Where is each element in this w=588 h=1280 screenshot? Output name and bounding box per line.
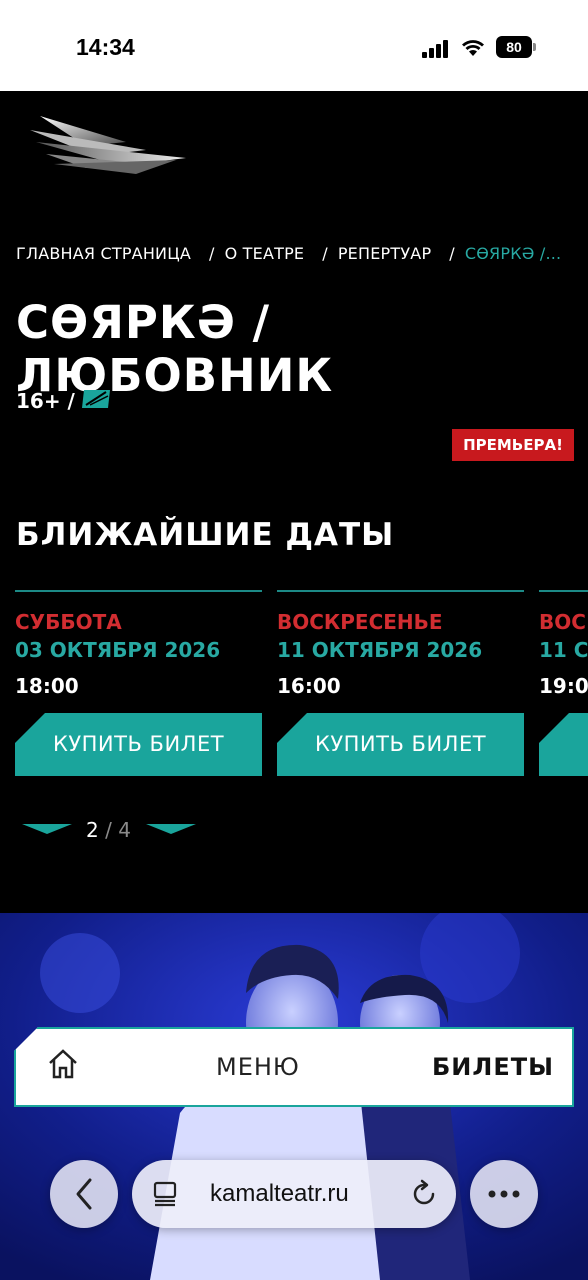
breadcrumb: ГЛАВНАЯ СТРАНИЦА / О ТЕАТРЕ / РЕПЕРТУАР / СӨЯР… (16, 244, 588, 263)
date-card-time: 16:00 (277, 674, 341, 698)
battery-icon: 80 (496, 36, 536, 58)
date-card-date: 11 ОКТЯБРЯ 2026 (277, 638, 483, 662)
buy-ticket-button[interactable]: КУПИТЬ БИЛЕТ (15, 713, 262, 776)
theatre-logo (30, 116, 186, 174)
date-card-date: 11 С (539, 638, 588, 662)
buy-ticket-button[interactable]: КУПИТЬ БИЛЕТ (277, 713, 524, 776)
breadcrumb-separator: / (449, 244, 455, 263)
date-card-date: 03 ОКТЯБРЯ 2026 (15, 638, 221, 662)
browser-address-bar[interactable]: kamalteatr.ru (132, 1160, 456, 1228)
date-card-time: 19:0 (539, 674, 588, 698)
date-card: СУББОТА 03 ОКТЯБРЯ 2026 18:00 КУПИТЬ БИЛ… (15, 590, 262, 780)
upcoming-dates-title: БЛИЖАЙШИЕ ДАТЫ (16, 517, 395, 553)
url-text: kamalteatr.ru (210, 1180, 349, 1207)
cellular-signal-icon (422, 40, 448, 58)
carousel-pager: 2 / 4 (22, 818, 202, 844)
buy-ticket-button[interactable] (539, 713, 588, 776)
date-card-day: СУББОТА (15, 610, 122, 634)
status-bar: 14:34 80 (0, 0, 588, 91)
menu-button[interactable]: МЕНЮ (216, 1053, 300, 1081)
breadcrumb-about[interactable]: О ТЕАТРЕ (225, 244, 305, 263)
breadcrumb-separator: / (322, 244, 328, 263)
next-arrow-icon[interactable] (146, 824, 196, 836)
home-icon[interactable] (46, 1047, 80, 1081)
date-card: ВОСКРЕСЕНЬЕ 11 ОКТЯБРЯ 2026 16:00 КУПИТЬ… (277, 590, 524, 780)
breadcrumb-current: СӨЯРКӘ /... (464, 244, 562, 263)
premiere-badge: ПРЕМЬЕРА! (452, 429, 574, 461)
chevron-left-icon (76, 1178, 92, 1210)
battery-level: 80 (496, 36, 532, 58)
date-card-day: ВОСКРЕСЕНЬЕ (277, 610, 443, 634)
age-rating: 16+ / (16, 389, 75, 413)
page-title: СӨЯРКӘ / ЛЮБОВНИК (16, 296, 334, 402)
pager-count: 2 / 4 (86, 818, 131, 842)
status-time: 14:34 (76, 34, 135, 60)
pager-current: 2 (86, 818, 99, 842)
page-settings-icon[interactable] (152, 1180, 180, 1208)
reload-icon[interactable] (408, 1178, 440, 1210)
breadcrumb-home[interactable]: ГЛАВНАЯ СТРАНИЦА (16, 244, 191, 263)
date-card-time: 18:00 (15, 674, 79, 698)
pushkin-card-icon (82, 390, 110, 408)
prev-arrow-icon[interactable] (22, 824, 72, 836)
breadcrumb-repertoire[interactable]: РЕПЕРТУАР (338, 244, 431, 263)
more-dots-icon (488, 1190, 520, 1198)
breadcrumb-separator: / (209, 244, 215, 263)
browser-more-button[interactable] (470, 1160, 538, 1228)
pager-separator: / (98, 818, 119, 842)
dates-carousel[interactable]: СУББОТА 03 ОКТЯБРЯ 2026 18:00 КУПИТЬ БИЛ… (0, 590, 588, 790)
pager-total: 4 (118, 818, 131, 842)
tickets-button[interactable]: БИЛЕТЫ (432, 1053, 554, 1081)
wifi-icon (462, 40, 484, 56)
date-card: ВОС 11 С 19:0 (539, 590, 588, 780)
date-card-day: ВОС (539, 610, 586, 634)
bottom-menu-bar: МЕНЮ БИЛЕТЫ (14, 1027, 574, 1107)
browser-back-button[interactable] (50, 1160, 118, 1228)
